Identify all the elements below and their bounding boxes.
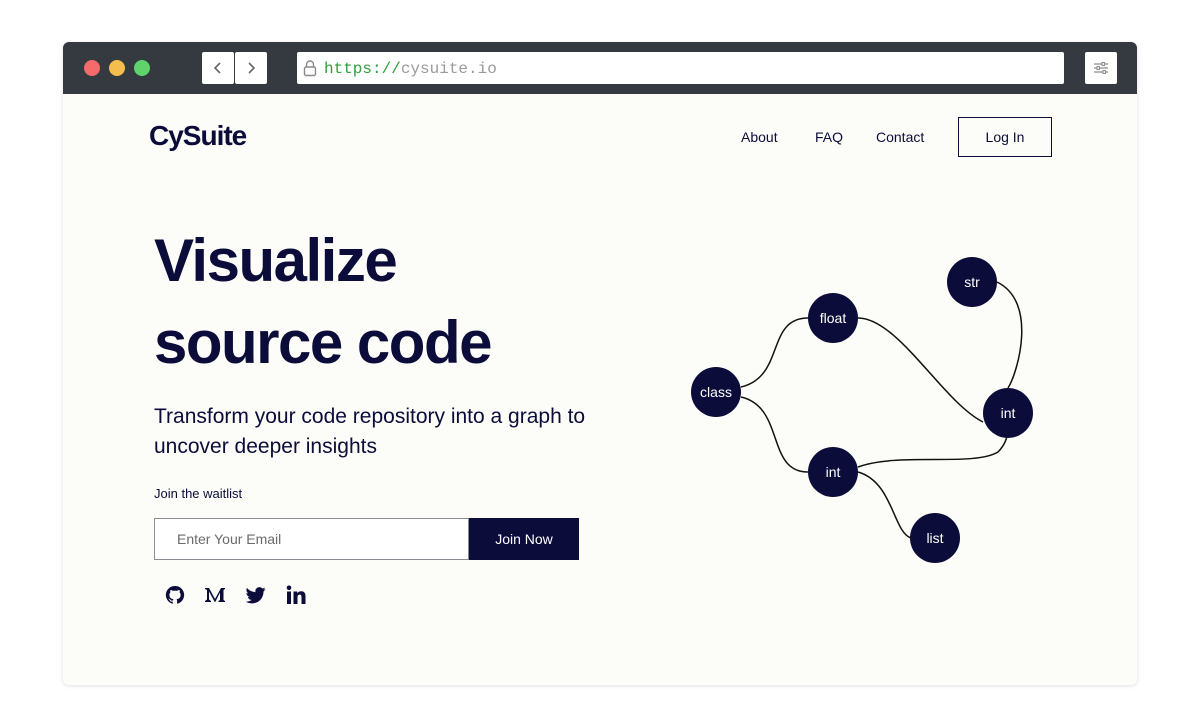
hero-subtitle: Transform your code repository into a gr… <box>154 405 586 458</box>
graph-edge-class-int1 <box>740 396 809 473</box>
graph-node-circle <box>808 293 858 343</box>
url-scheme: https:// <box>324 60 401 78</box>
graph-node-label: int <box>1001 405 1016 421</box>
back-button[interactable] <box>202 52 234 84</box>
graph-node-circle <box>691 367 741 417</box>
back-arrow-icon <box>213 62 221 74</box>
close-window-button[interactable] <box>84 60 100 76</box>
address-bar[interactable]: https://cysuite.io <box>297 52 1064 84</box>
lock-icon <box>303 60 317 77</box>
browser-toolbar: https://cysuite.io <box>63 42 1137 94</box>
url-text: https://cysuite.io <box>324 60 497 78</box>
graph-node-class: class <box>691 367 741 417</box>
settings-button[interactable] <box>1085 52 1117 84</box>
github-link[interactable] <box>163 583 187 607</box>
graph-node-label: float <box>820 310 847 326</box>
graph-node-label: int <box>826 464 841 480</box>
nav-about-link[interactable]: About <box>741 129 778 145</box>
graph-node-circle <box>910 513 960 563</box>
nav-contact-link[interactable]: Contact <box>876 129 924 145</box>
graph-node-float: float <box>808 293 858 343</box>
graph-node-circle <box>808 447 858 497</box>
hero-title-line-1: Visualize <box>154 227 398 294</box>
login-button[interactable]: Log In <box>958 117 1052 157</box>
email-input[interactable] <box>154 518 469 560</box>
graph-node-str: str <box>947 257 997 307</box>
forward-button[interactable] <box>235 52 267 84</box>
waitlist-label: Join the waitlist <box>154 486 243 501</box>
hero-title: Visualize source code <box>154 220 492 384</box>
linkedin-icon <box>286 585 306 604</box>
hero-title-line-2: source code <box>154 309 492 376</box>
browser-window: https://cysuite.io CySuite About FAQ Con… <box>63 42 1137 685</box>
url-host: cysuite.io <box>400 60 497 78</box>
site-logo[interactable]: CySuite <box>149 120 247 152</box>
graph-edge-int1-list <box>857 471 912 539</box>
linkedin-link[interactable] <box>284 583 308 607</box>
minimize-window-button[interactable] <box>109 60 125 76</box>
graph-node-circle <box>947 257 997 307</box>
forward-arrow-icon <box>248 62 256 74</box>
twitter-icon <box>246 586 266 603</box>
graph-node-int2: int <box>983 388 1033 438</box>
github-icon <box>165 585 185 604</box>
graph-edge-str-int2 <box>996 281 1023 389</box>
settings-icon <box>1094 62 1108 74</box>
graph-node-label: list <box>926 530 943 546</box>
maximize-window-button[interactable] <box>134 60 150 76</box>
join-now-button[interactable]: Join Now <box>469 518 579 560</box>
medium-icon <box>205 588 225 603</box>
nav-faq-link[interactable]: FAQ <box>815 129 843 145</box>
graph-node-int1: int <box>808 447 858 497</box>
graph-node-list: list <box>910 513 960 563</box>
medium-link[interactable] <box>203 583 227 607</box>
graph-edge-int1-int2 <box>857 435 1008 468</box>
graph-node-label: class <box>700 384 732 400</box>
twitter-link[interactable] <box>244 583 268 607</box>
graph-edge-float-int2 <box>857 317 984 423</box>
graph-node-circle <box>983 388 1033 438</box>
graph-node-label: str <box>964 274 980 290</box>
graph-edge-class-float <box>740 317 809 388</box>
